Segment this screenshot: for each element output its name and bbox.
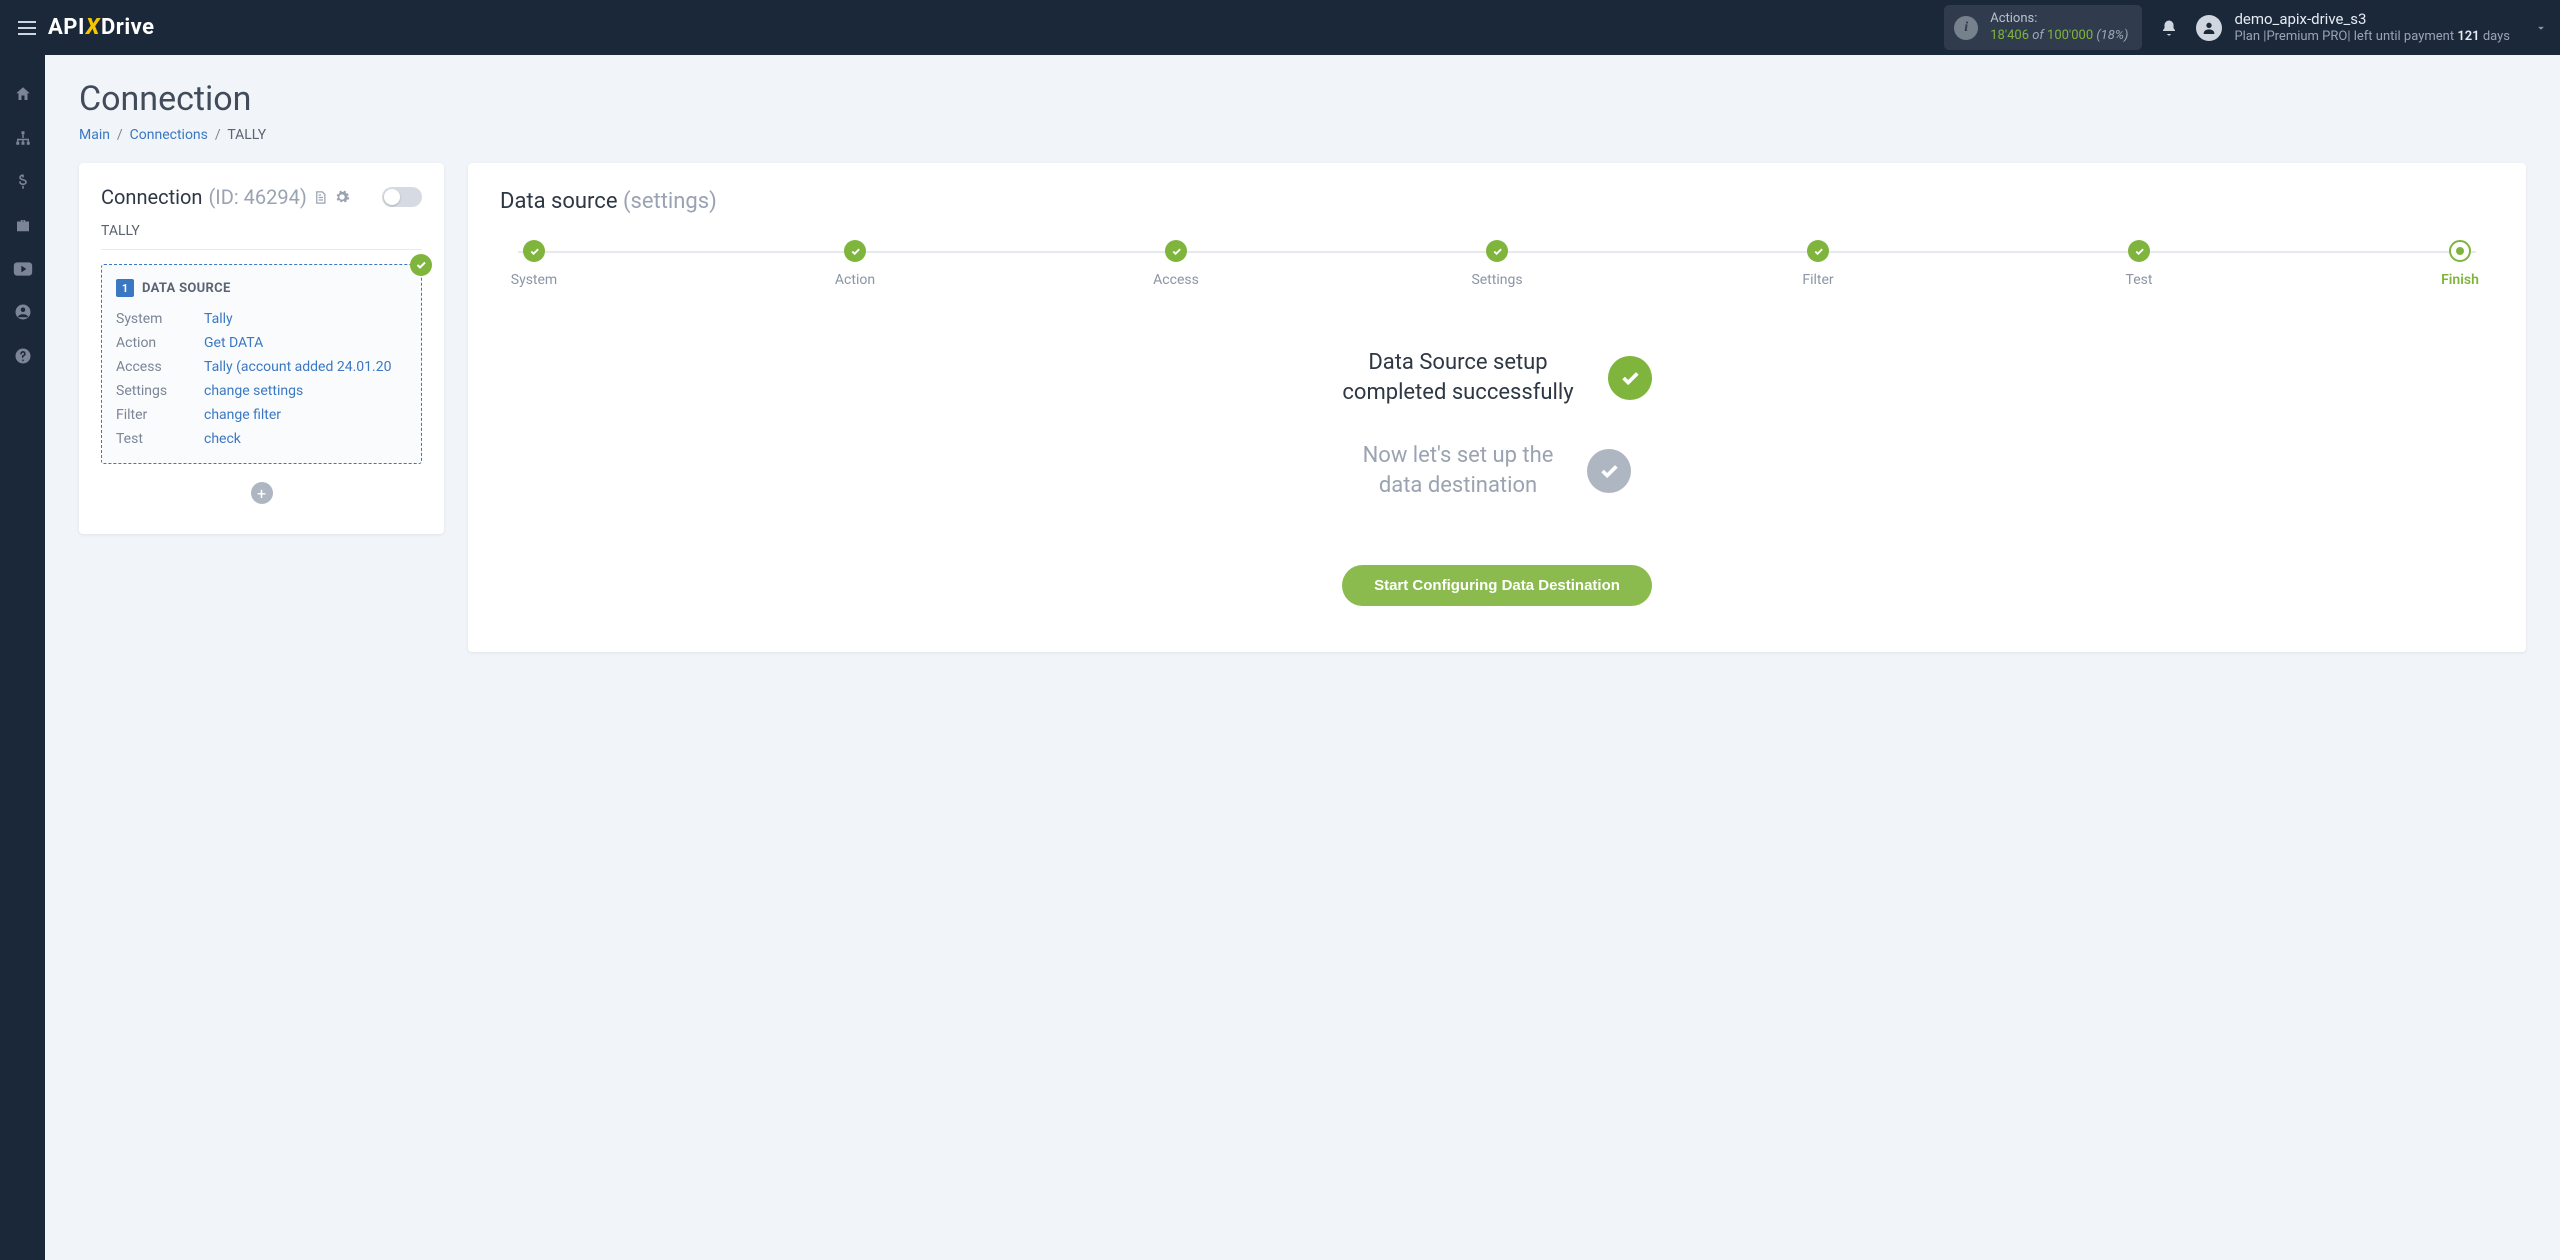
breadcrumb-connections[interactable]: Connections [130,127,208,143]
row-value-action[interactable]: Get DATA [204,335,263,351]
content: Connection Main / Connections / TALLY Co… [45,55,2560,1260]
row-value-system[interactable]: Tally [204,311,233,327]
actions-of: of [2029,28,2047,43]
menu-toggle[interactable] [12,15,42,41]
actions-text: Actions: 18'406 of 100'000 (18%) [1990,11,2128,44]
row-label-action: Action [116,335,204,351]
gear-icon[interactable] [334,189,350,205]
account-icon[interactable] [14,303,32,321]
logo-text-x: X [86,15,100,40]
connection-card: Connection (ID: 46294) TALLY 1 DATA SOUR… [79,163,444,534]
row-value-access[interactable]: Tally (account added 24.01.20 [204,359,391,375]
check-icon [410,254,432,276]
page-title: Connection [79,79,2526,119]
row-label-test: Test [116,431,204,447]
user-name: demo_apix-drive_s3 [2234,10,2510,29]
step-access[interactable]: Access [1146,240,1206,288]
status-success: Data Source setup completed successfully [1342,348,1651,407]
billing-icon[interactable] [14,173,32,191]
notifications-icon[interactable] [2160,19,2178,37]
row-label-access: Access [116,359,204,375]
add-destination-button[interactable]: + [251,482,273,504]
check-icon [1608,356,1652,400]
datasource-box[interactable]: 1 DATA SOURCE SystemTally ActionGet DATA… [101,264,422,464]
status-next: Now let's set up the data destination [1363,441,1632,500]
user-plan: Plan |Premium PRO| left until payment 12… [2234,29,2510,45]
datasource-badge: 1 [116,279,134,297]
step-settings[interactable]: Settings [1467,240,1527,288]
step-action[interactable]: Action [825,240,885,288]
chevron-down-icon[interactable] [2534,21,2548,35]
row-value-settings[interactable]: change settings [204,383,303,399]
home-icon[interactable] [14,85,32,103]
logo[interactable]: APIXDrive [48,15,155,40]
user-menu[interactable]: demo_apix-drive_s3 Plan |Premium PRO| le… [2196,10,2510,45]
stepper: System Action Access Settings Filter Tes… [500,240,2494,288]
step-test[interactable]: Test [2109,240,2169,288]
connection-name: TALLY [101,217,422,250]
briefcase-icon[interactable] [14,217,32,235]
video-icon[interactable] [13,261,33,277]
start-destination-button[interactable]: Start Configuring Data Destination [1342,565,1652,606]
step-filter[interactable]: Filter [1788,240,1848,288]
step-system[interactable]: System [504,240,564,288]
topbar: APIXDrive i Actions: 18'406 of 100'000 (… [0,0,2560,55]
row-label-settings: Settings [116,383,204,399]
panel-title: Data source (settings) [500,189,2494,214]
logo-text-drive: Drive [101,15,155,40]
breadcrumb-main[interactable]: Main [79,127,110,143]
document-icon[interactable] [313,189,328,206]
breadcrumb-current: TALLY [227,127,266,143]
help-icon[interactable] [14,347,32,365]
connections-icon[interactable] [14,129,32,147]
datasource-title: DATA SOURCE [142,281,231,296]
check-icon [1587,449,1631,493]
avatar-icon [2196,15,2222,41]
connection-card-title: Connection [101,185,202,209]
breadcrumb: Main / Connections / TALLY [79,127,2526,143]
actions-used: 18'406 [1990,28,2029,43]
user-text: demo_apix-drive_s3 Plan |Premium PRO| le… [2234,10,2510,45]
sidebar [0,55,45,1260]
connection-toggle[interactable] [382,187,422,207]
row-value-filter[interactable]: change filter [204,407,281,423]
connection-id: (ID: 46294) [208,185,306,209]
actions-pct: (18%) [2093,28,2128,43]
datasource-settings-card: Data source (settings) System Action Acc… [468,163,2526,652]
actions-quota: 100'000 [2047,28,2093,43]
row-label-system: System [116,311,204,327]
actions-counter[interactable]: i Actions: 18'406 of 100'000 (18%) [1944,5,2142,50]
info-icon: i [1954,16,1978,40]
row-value-test[interactable]: check [204,431,241,447]
logo-text-api: API [48,15,85,40]
actions-label: Actions: [1990,11,2128,27]
row-label-filter: Filter [116,407,204,423]
step-finish[interactable]: Finish [2430,240,2490,288]
